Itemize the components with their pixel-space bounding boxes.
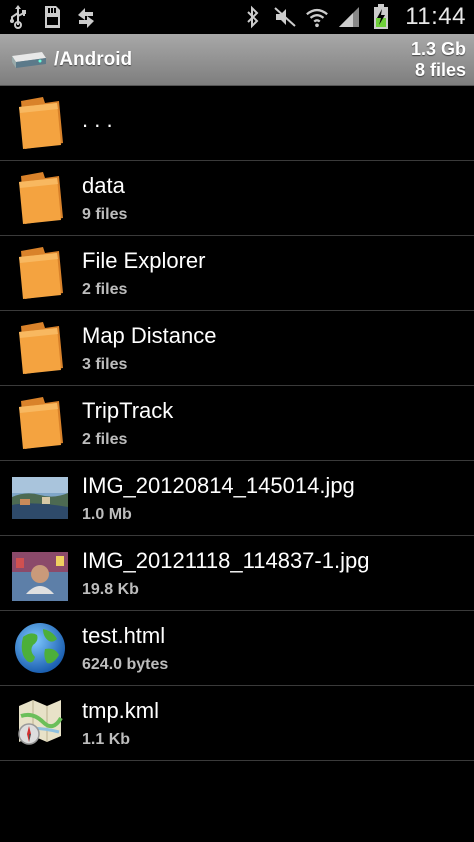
file-name: IMG_20121118_114837-1.jpg: [82, 548, 370, 573]
file-name: test.html: [82, 623, 166, 648]
battery-charging-icon: [369, 4, 393, 29]
list-item[interactable]: File Explorer 2 files: [0, 236, 474, 311]
file-name: File Explorer: [82, 248, 206, 273]
file-name: Map Distance: [82, 323, 217, 348]
map-icon: [12, 695, 68, 751]
image-thumbnail-icon: [12, 470, 68, 526]
globe-icon: [12, 620, 68, 676]
wifi-icon: [305, 5, 329, 29]
folder-stats: 1.3 Gb 8 files: [411, 39, 474, 81]
list-item[interactable]: test.html 624.0 bytes: [0, 611, 474, 686]
folder-icon: [12, 95, 68, 151]
file-info: 19.8 Kb: [82, 581, 139, 598]
folder-file-count: 8 files: [414, 59, 466, 80]
list-item[interactable]: TripTrack 2 files: [0, 386, 474, 461]
usb-icon: [6, 5, 30, 29]
mute-icon: [273, 5, 297, 29]
current-path: /Android: [54, 48, 133, 70]
path-header: /Android 1.3 Gb 8 files: [0, 34, 474, 86]
file-name: TripTrack: [82, 398, 174, 423]
list-item[interactable]: IMG_20120814_145014.jpg 1.0 Mb: [0, 461, 474, 536]
list-item[interactable]: IMG_20121118_114837-1.jpg 19.8 Kb: [0, 536, 474, 611]
file-info: 3 files: [82, 356, 128, 373]
folder-icon: [12, 170, 68, 226]
folder-icon: [12, 245, 68, 301]
clock: 11:44: [405, 3, 466, 30]
file-name: . . .: [82, 107, 113, 132]
list-item-parent-directory[interactable]: . . .: [0, 86, 474, 161]
sync-icon: [74, 5, 98, 29]
folder-size: 1.3 Gb: [410, 38, 466, 59]
file-info: 9 files: [82, 206, 128, 223]
file-name: tmp.kml: [82, 698, 159, 723]
bluetooth-icon: [241, 5, 265, 29]
folder-icon: [12, 320, 68, 376]
file-list: . . . data 9 files File Explorer 2 files…: [0, 86, 474, 761]
image-thumbnail-icon: [12, 545, 68, 601]
file-name: IMG_20120814_145014.jpg: [82, 473, 355, 498]
file-info: 1.1 Kb: [82, 731, 131, 748]
file-info: 624.0 bytes: [82, 656, 169, 673]
list-item[interactable]: Map Distance 3 files: [0, 311, 474, 386]
file-name: data: [82, 173, 125, 198]
status-bar: 11:44: [0, 0, 474, 34]
signal-icon: [337, 5, 361, 29]
folder-icon: [12, 395, 68, 451]
file-info: 2 files: [82, 431, 128, 448]
file-info: 2 files: [82, 281, 128, 298]
sd-card-icon: [40, 5, 64, 29]
list-item[interactable]: tmp.kml 1.1 Kb: [0, 686, 474, 761]
drive-icon[interactable]: [8, 48, 48, 72]
file-info: 1.0 Mb: [82, 506, 132, 523]
list-item[interactable]: data 9 files: [0, 161, 474, 236]
